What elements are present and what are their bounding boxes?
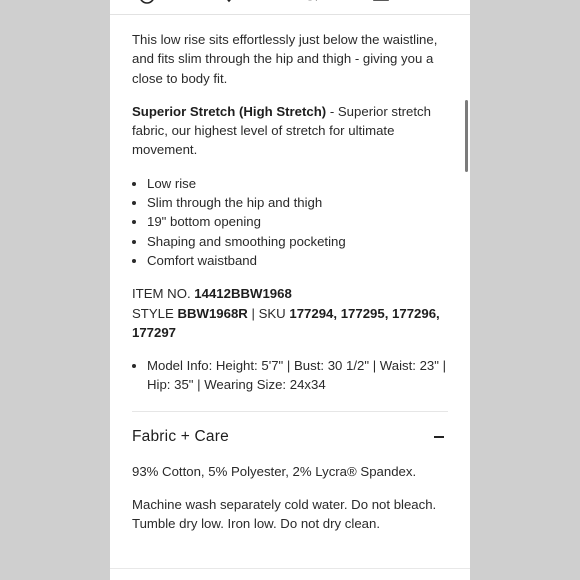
care-instructions: Machine wash separately cold water. Do n… [132, 497, 437, 532]
style-label: STYLE [132, 305, 174, 321]
fabric-care-accordion[interactable]: Fabric + Care [132, 412, 448, 462]
style-sku-line: STYLE BBW1968R | SKU 177294, 177295, 177… [132, 304, 448, 343]
minus-icon[interactable] [434, 435, 444, 438]
search-icon[interactable] [302, 0, 320, 8]
bag-icon[interactable] [372, 0, 390, 8]
fabric-composition: 93% Cotton, 5% Polyester, 2% Lycra® Span… [132, 463, 417, 479]
item-number: 14412BBW1968 [194, 286, 292, 302]
list-item: Slim through the hip and thigh [147, 193, 448, 212]
list-item: 19" bottom opening [147, 212, 448, 231]
left-backdrop [0, 0, 110, 580]
list-item: Shaping and smoothing pocketing [147, 232, 448, 251]
scrollbar-thumb[interactable] [465, 100, 468, 172]
sku-label: | SKU [251, 305, 286, 321]
fabric-care-title: Fabric + Care [132, 428, 229, 446]
stretch-paragraph: Superior Stretch (High Stretch) - Superi… [132, 102, 448, 160]
intro-text: This low rise sits effortlessly just bel… [132, 32, 438, 86]
list-item: Comfort waistband [147, 251, 448, 270]
model-info-list: Model Info: Height: 5'7" | Bust: 30 1/2"… [132, 356, 448, 395]
product-description: This low rise sits effortlessly just bel… [132, 30, 448, 548]
bottom-divider [110, 568, 470, 569]
heart-icon[interactable] [220, 0, 238, 8]
item-number-line: ITEM NO. 14412BBW1968 [132, 284, 448, 303]
item-label: ITEM NO. [132, 286, 191, 302]
top-nav-bar [110, 0, 470, 15]
account-icon[interactable] [138, 0, 156, 8]
list-item: Low rise [147, 174, 448, 193]
style-number: BBW1968R [177, 305, 248, 321]
model-info: Model Info: Height: 5'7" | Bust: 30 1/2"… [147, 356, 448, 395]
stretch-label: Superior Stretch (High Stretch) [132, 103, 327, 119]
right-backdrop [470, 0, 580, 580]
product-details-panel: This low rise sits effortlessly just bel… [110, 0, 470, 580]
feature-list: Low rise Slim through the hip and thigh … [132, 174, 448, 270]
